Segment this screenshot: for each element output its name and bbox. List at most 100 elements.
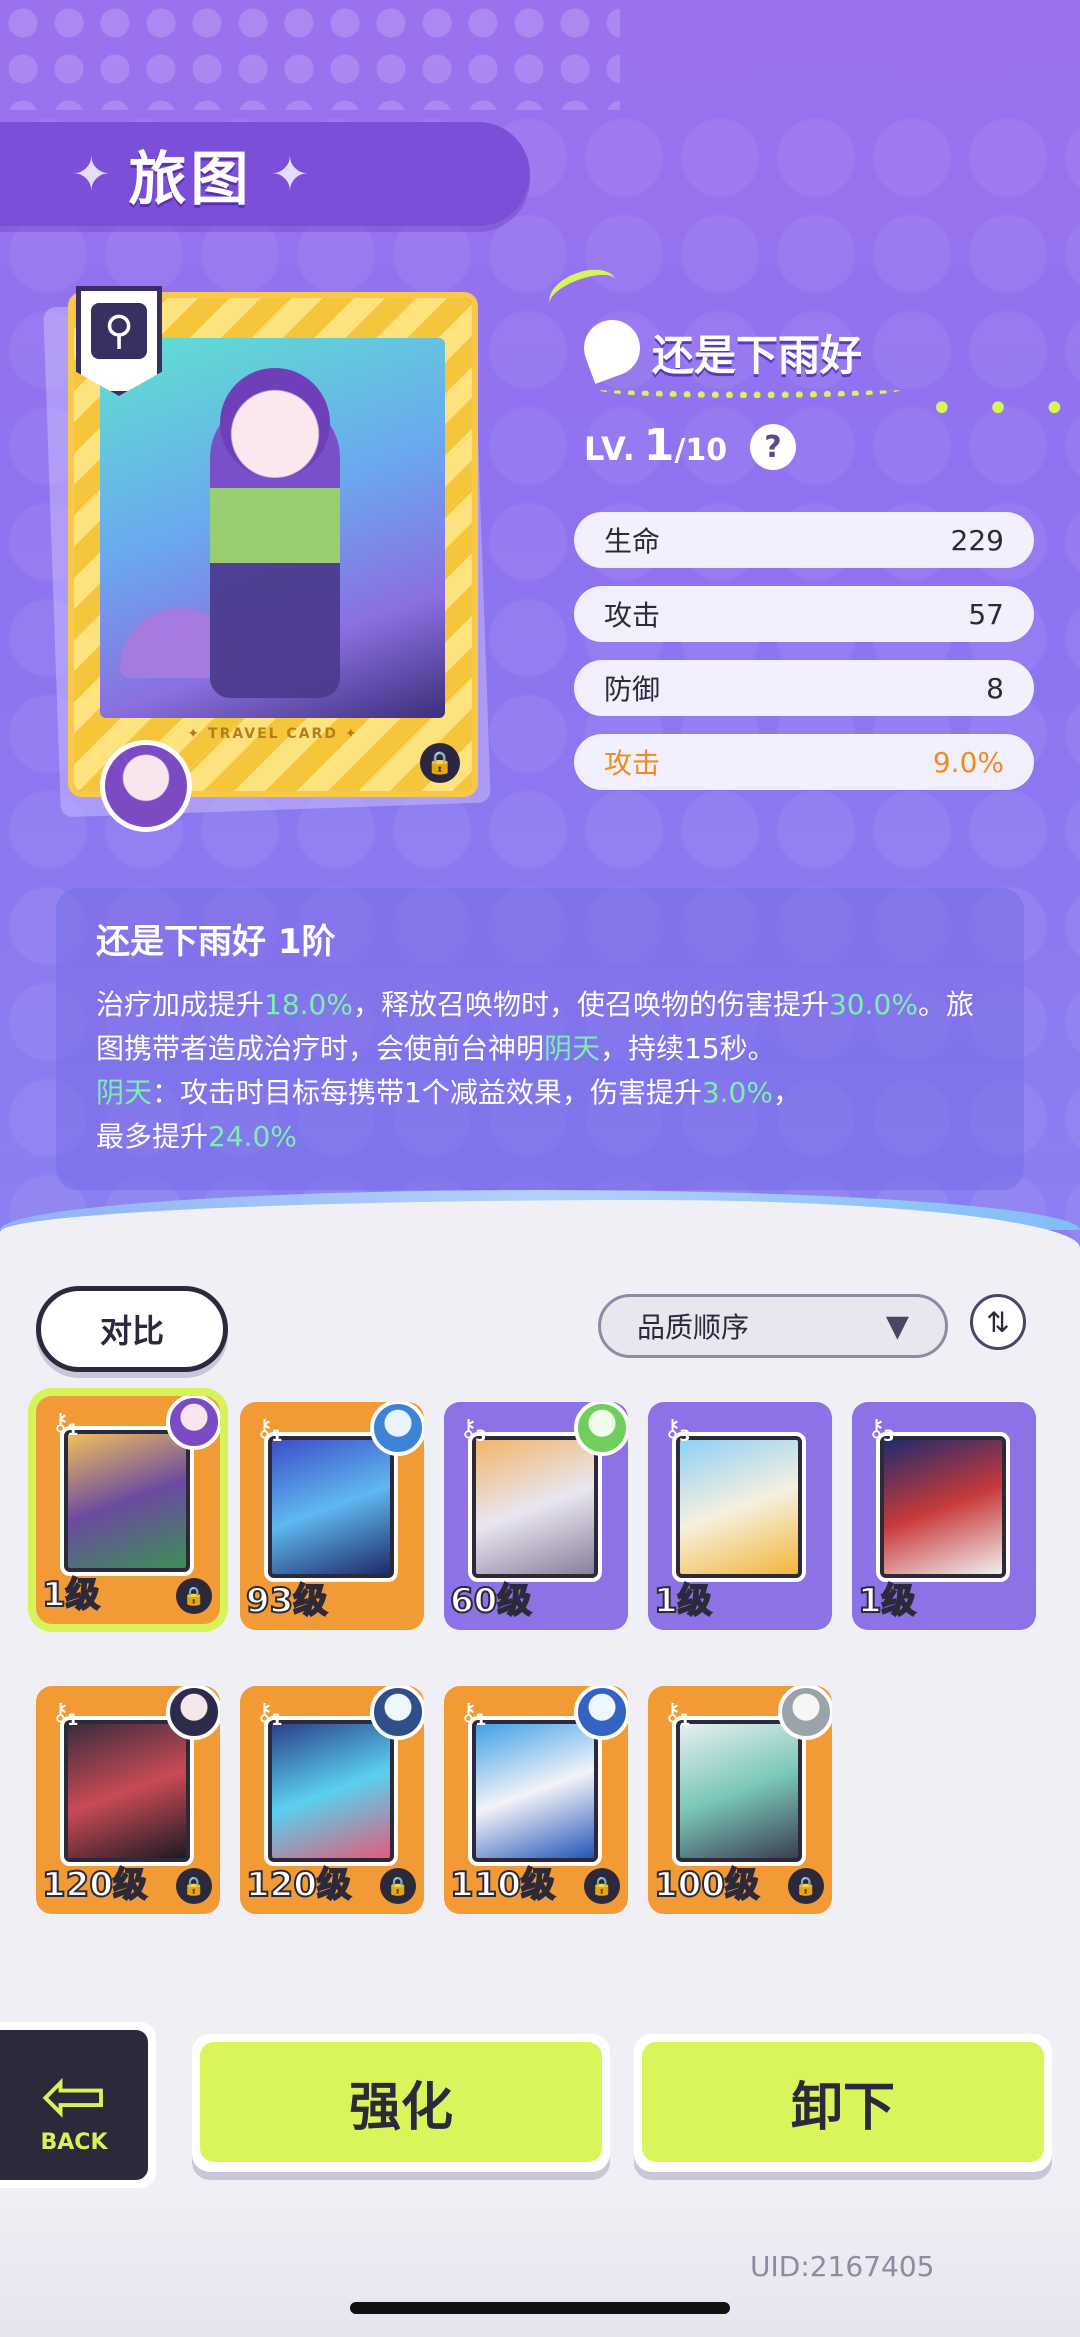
lock-icon[interactable]: 🔒 <box>380 1868 416 1904</box>
lock-icon[interactable]: 🔒 <box>584 1868 620 1904</box>
compare-button[interactable]: 对比 <box>36 1286 228 1372</box>
home-indicator[interactable] <box>350 2302 730 2314</box>
stat-value: 9.0% <box>932 745 1004 779</box>
back-button-face: ⇦ BACK <box>0 2030 148 2180</box>
lock-icon[interactable]: 🔒 <box>176 1578 212 1614</box>
level-label: 1级 <box>41 1574 101 1616</box>
level-label: 1级 <box>857 1580 917 1622</box>
card-thumbnail <box>468 1432 602 1582</box>
tier-number: 1 <box>271 1425 283 1445</box>
desc-highlight: 18.0% <box>264 988 353 1021</box>
dot-pattern <box>0 0 620 110</box>
inventory-card[interactable]: ⚷ 3 60级 <box>444 1402 628 1630</box>
key-icon: ⚷ 3 <box>663 1414 691 1445</box>
stat-value: 57 <box>968 597 1004 631</box>
card-thumbnail <box>60 1426 194 1576</box>
sparkle-icon: ✦ <box>72 147 111 201</box>
card-thumbnail <box>264 1432 398 1582</box>
lock-icon[interactable]: 🔒 <box>176 1868 212 1904</box>
tier-number: 1 <box>67 1419 79 1439</box>
key-icon: ⚷ 1 <box>459 1698 487 1729</box>
tier-number: 3 <box>475 1425 487 1445</box>
wearer-avatar <box>574 1402 628 1456</box>
inventory-card[interactable]: ⚷ 1 120级 🔒 <box>240 1686 424 1914</box>
stat-row: 生命 229 <box>574 512 1034 568</box>
level-label: 110级 <box>449 1864 556 1906</box>
card-name: 还是下雨好 <box>652 331 863 380</box>
level-max: /10 <box>674 433 728 468</box>
lock-icon[interactable]: 🔒 <box>420 743 460 783</box>
inventory-card[interactable]: ⚷ 1 110级 🔒 <box>444 1686 628 1914</box>
chevron-down-icon: ▼ <box>885 1308 909 1344</box>
wearer-avatar <box>370 1686 424 1740</box>
page-title: 旅图 <box>128 145 253 213</box>
back-label: BACK <box>40 2129 108 2155</box>
desc-highlight: 3.0% <box>701 1076 773 1109</box>
tier-number: 1 <box>475 1709 487 1729</box>
inventory-card[interactable]: ⚷ 1 1级 🔒 <box>36 1396 220 1624</box>
enhance-label: 强化 <box>200 2042 602 2162</box>
character-head <box>220 368 330 478</box>
key-icon: ⚷ 3 <box>459 1414 487 1445</box>
desc-highlight: 30.0% <box>828 988 918 1021</box>
magnifier-icon: ⚲ <box>91 303 147 359</box>
wearer-avatar <box>370 1402 424 1456</box>
wave-divider <box>0 1200 1080 1270</box>
wearer-avatar <box>166 1396 220 1450</box>
level-label: 93级 <box>245 1580 328 1622</box>
desc-text: ，释放召唤物时，使召唤物的伤害提升 <box>352 988 829 1021</box>
stat-label: 攻击 <box>604 747 661 780</box>
wearer-avatar <box>778 1686 832 1740</box>
inventory-card[interactable]: ⚷ 3 1级 <box>852 1402 1036 1630</box>
desc-text: ：攻击时目标每携带1个减益效果，伤害提升 <box>152 1076 702 1109</box>
card-illustration <box>100 338 445 718</box>
card-label: ✦ TRAVEL CARD ✦ <box>187 726 359 742</box>
inventory-card[interactable]: ⚷ 1 100级 🔒 <box>648 1686 832 1914</box>
tier-number: 1 <box>67 1709 79 1729</box>
desc-highlight: 阴天 <box>96 1076 153 1109</box>
sort-order-icon[interactable]: ⇅ <box>970 1294 1026 1350</box>
key-icon: ⚷ 1 <box>255 1698 283 1729</box>
wearer-avatar <box>574 1686 628 1740</box>
key-icon: ⚷ 3 <box>867 1414 895 1445</box>
help-icon[interactable]: ? <box>750 424 796 470</box>
inventory-card[interactable]: ⚷ 3 1级 <box>648 1402 832 1630</box>
enhance-button[interactable]: 强化 <box>192 2034 610 2172</box>
key-icon: ⚷ 1 <box>51 1698 79 1729</box>
inventory-card[interactable]: ⚷ 1 120级 🔒 <box>36 1686 220 1914</box>
card-thumbnail <box>672 1716 806 1866</box>
description-body: 治疗加成提升18.0%，释放召唤物时，使召唤物的伤害提升30.0%。旅图携带者造… <box>96 983 984 1159</box>
key-icon: ⚷ 1 <box>663 1698 691 1729</box>
lock-icon[interactable]: 🔒 <box>788 1868 824 1904</box>
title-banner: ✦ 旅图 ✦ <box>0 122 530 226</box>
tier-number: 3 <box>679 1425 691 1445</box>
unequip-label: 卸下 <box>642 2042 1044 2162</box>
desc-text: ，持续15秒。 <box>600 1032 776 1065</box>
level-current: 1 <box>643 420 675 471</box>
sort-dropdown[interactable]: 品质顺序 ▼ <box>598 1294 948 1358</box>
stat-label: 防御 <box>604 673 661 706</box>
level-prefix: LV. <box>584 430 636 468</box>
desc-highlight: 阴天 <box>544 1032 601 1065</box>
card-thumbnail <box>60 1716 194 1866</box>
level-display: LV. 1 /10 <box>584 420 727 471</box>
back-button[interactable]: ⇦ BACK <box>0 2022 156 2188</box>
stat-label: 生命 <box>604 525 661 558</box>
dots-decoration: • • • <box>930 386 1077 432</box>
wearer-avatar <box>166 1686 220 1740</box>
sort-label: 品质顺序 <box>637 1311 750 1344</box>
card-thumbnail <box>672 1432 806 1582</box>
sparkle-icon: ✦ <box>270 147 310 201</box>
inventory-card[interactable]: ⚷ 1 93级 <box>240 1402 424 1630</box>
stat-row: 防御 8 <box>574 660 1034 716</box>
stat-label: 攻击 <box>604 599 661 632</box>
level-label: 100级 <box>653 1864 760 1906</box>
desc-text: ， <box>772 1076 801 1109</box>
back-arrow-icon: ⇦ <box>40 2048 108 2142</box>
description-panel[interactable]: 还是下雨好 1阶 治疗加成提升18.0%，释放召唤物时，使召唤物的伤害提升30.… <box>56 888 1024 1190</box>
key-icon: ⚷ 1 <box>51 1408 79 1439</box>
card-thumbnail <box>264 1716 398 1866</box>
tier-number: 1 <box>679 1709 691 1729</box>
bonus-stat-row: 攻击 9.0% <box>574 734 1034 790</box>
unequip-button[interactable]: 卸下 <box>634 2034 1052 2172</box>
